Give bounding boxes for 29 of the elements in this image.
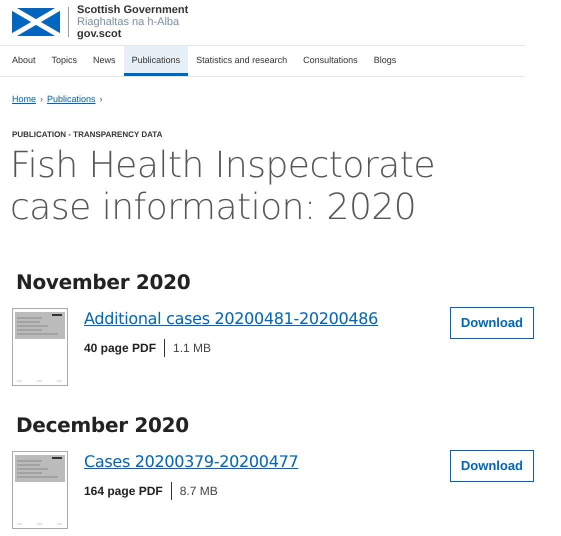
page-count: 40 page PDF bbox=[84, 338, 166, 356]
breadcrumb-separator: › bbox=[100, 93, 103, 106]
nav-tab[interactable]: Topics bbox=[44, 46, 86, 76]
nav-tab[interactable]: Publications bbox=[124, 46, 188, 76]
document-thumbnail-icon[interactable] bbox=[12, 308, 68, 386]
file-size: 8.7 MB bbox=[178, 482, 218, 500]
logo-name: Scottish Government bbox=[77, 4, 188, 16]
document-thumbnail-icon[interactable] bbox=[12, 450, 68, 528]
flag-logo-icon[interactable] bbox=[12, 8, 60, 36]
document-link[interactable]: Cases 20200379-20200477 bbox=[84, 450, 450, 474]
section-heading: December 2020 bbox=[16, 412, 190, 438]
page-title: Fish Health Inspectorate case information: 2020 bbox=[9, 144, 436, 228]
download-button[interactable]: Download bbox=[450, 450, 534, 482]
section-heading: November 2020 bbox=[16, 268, 192, 296]
document-link[interactable]: Additional cases 20200481-20200486 bbox=[84, 306, 450, 330]
file-size: 1.1 MB bbox=[172, 340, 212, 356]
breadcrumb-separator: › bbox=[40, 93, 44, 106]
breadcrumb-link[interactable]: Home bbox=[12, 93, 36, 106]
nav-tab[interactable]: Statistics and research bbox=[188, 46, 296, 76]
nav-tab[interactable]: About bbox=[4, 46, 44, 76]
nav-tab[interactable]: News bbox=[85, 46, 124, 76]
logo-gaelic-name: Riaghaltas na h-Alba bbox=[77, 16, 180, 28]
nav-tab[interactable]: Blogs bbox=[366, 46, 404, 76]
page-count: 164 page PDF bbox=[84, 482, 172, 500]
breadcrumb-link[interactable]: Publications bbox=[47, 93, 96, 106]
download-button[interactable]: Download bbox=[450, 306, 534, 338]
publication-type-label: PUBLICATION - TRANSPARENCY DATA bbox=[11, 128, 164, 140]
nav-tab[interactable]: Consultations bbox=[295, 46, 366, 76]
logo-site: gov.scot bbox=[77, 28, 122, 40]
